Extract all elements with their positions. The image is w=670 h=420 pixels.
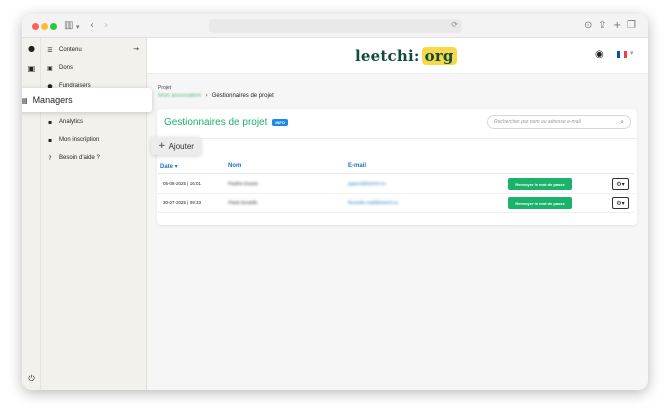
gift-icon: ▣ [47,64,53,72]
row-actions-gear-icon[interactable]: ⚙▾ [612,178,629,190]
flag-stripe [623,51,627,58]
language-dropdown-icon[interactable]: ▾ [630,49,634,57]
minimize-window-button[interactable] [41,23,48,30]
breadcrumb-link[interactable]: Mon association [158,93,201,99]
page-title: Gestionnaires de projet INFO [164,117,288,128]
email-cell[interactable]: fboutelle.mail@leetchi.eu [348,200,398,205]
list-icon: ☰ [47,46,53,54]
search-box[interactable]: ⌕ [487,115,631,129]
share-icon[interactable]: ⇪ [598,19,606,33]
sidebar-item-label: Managers [32,95,73,105]
download-icon[interactable]: ⊙ [584,19,592,33]
resend-password-button[interactable]: Renvoyer le mot de passe [508,197,572,209]
sidebar-item-mon-inscription[interactable]: ▪ Mon inscription [45,133,145,147]
breadcrumb-chevron-icon: › [205,92,208,99]
search-input[interactable] [494,119,614,125]
french-flag-icon[interactable] [617,51,627,58]
row-actions-gear-icon[interactable]: ⚙▾ [612,197,629,209]
info-badge[interactable]: INFO [272,119,288,126]
divider [157,138,637,139]
preview-eye-icon[interactable]: ◉ [595,49,604,60]
leetchi-logo[interactable]: leetchi: org [355,46,457,66]
browser-window: ▥ ▾ ‹ › ⟳ ⊙ ⇪ + ❐ ● ▣ ☰ Contenu → ▣ Dons… [22,14,648,390]
top-header: leetchi: org ◉ ▾ [147,38,648,74]
new-tab-icon[interactable]: + [613,19,621,33]
account-icon[interactable]: ● [25,44,38,53]
sidebar-item-label: Mon inscription [59,137,100,143]
breadcrumb-parent: Projet [158,85,172,91]
title-bar: ▥ ▾ ‹ › ⟳ ⊙ ⇪ + ❐ [22,14,648,38]
email-cell[interactable]: pgaunt@leetchi.eu [348,181,386,186]
table-row: 30-07-2025 | 09:33 Flavie Boutelle fbout… [158,195,634,213]
sidebar-item-dons[interactable]: ▣ Dons [45,61,145,75]
id-card-icon: ▪ [47,136,53,144]
table-row: 05-08-2025 | 16:01 Pauline Durant pgaunt… [158,176,634,194]
sidebar-item-label: Analytics [59,119,84,125]
maximize-window-button[interactable] [50,23,57,30]
column-header-date[interactable]: Date ▾ [160,163,178,170]
main-content: leetchi: org ◉ ▾ Projet Mon association ›… [147,38,648,390]
column-header-name: Nom [228,163,242,169]
add-manager-button[interactable]: + Ajouter [151,137,201,155]
managers-icon: ▤ [22,95,28,105]
help-icon: ? [48,154,52,162]
sidebar-item-label: Contenu [59,47,82,53]
reload-icon[interactable]: ⟳ [451,20,458,29]
name-cell: Flavie Boutelle [228,200,258,205]
close-window-button[interactable] [32,23,39,30]
sidebar-item-managers[interactable]: ▤ Managers [22,88,152,112]
sidebar-item-label: Besoin d'aide ? [59,155,100,161]
chevron-down-icon[interactable]: ▾ [76,20,80,34]
forward-icon[interactable]: › [104,19,108,33]
address-bar[interactable]: ⟳ [209,19,462,33]
sidebar-item-analytics[interactable]: ▪ Analytics [45,115,145,129]
name-cell: Pauline Durant [228,181,258,186]
resend-password-button[interactable]: Renvoyer le mot de passe [508,178,572,190]
search-icon[interactable]: ⌕ [620,118,624,127]
logout-icon[interactable]: ⏻ [25,374,38,384]
date-cell: 30-07-2025 | 09:33 [163,200,201,205]
breadcrumb-current: Gestionnaires de projet [211,92,274,99]
collapse-arrow-icon[interactable]: → [133,45,139,53]
back-icon[interactable]: ‹ [90,19,94,33]
plus-icon: + [158,141,166,151]
breadcrumb: Mon association › Gestionnaires de proje… [158,92,274,99]
chart-icon: ▪ [47,118,53,126]
tab-overview-icon[interactable]: ❐ [627,19,636,33]
sidebar-item-label: Dons [59,65,74,71]
header-divider [158,173,634,174]
sidebar-item-contenu[interactable]: ☰ Contenu → [45,43,145,57]
column-header-email: E-mail [348,163,367,169]
sidebar-toggle-icon[interactable]: ▥ [64,19,73,33]
date-cell: 05-08-2025 | 16:01 [163,181,201,186]
sidebar-item-aide[interactable]: ? Besoin d'aide ? [45,151,145,165]
gift-icon[interactable]: ▣ [25,64,38,73]
